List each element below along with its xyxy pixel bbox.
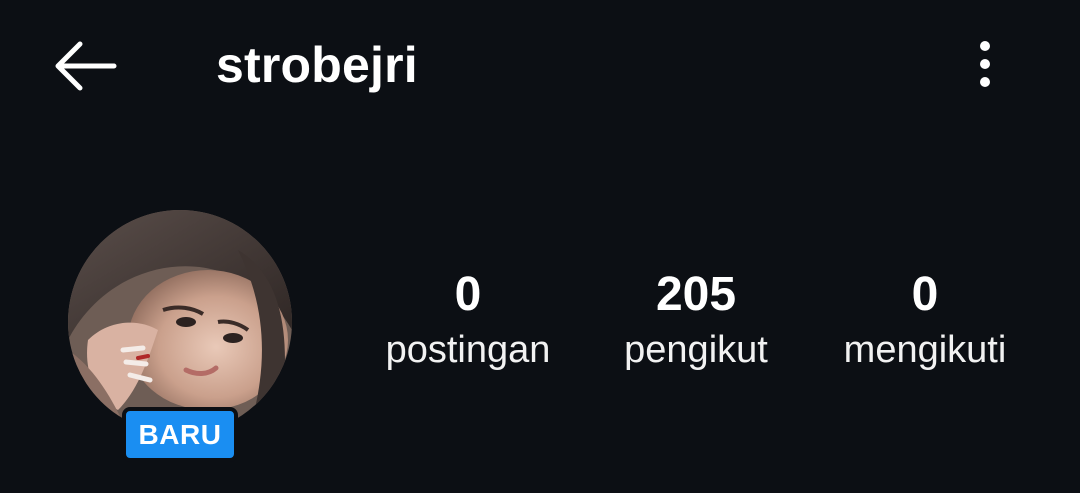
top-bar: strobejri [0,0,1080,130]
posts-count: 0 [454,268,482,321]
stat-posts[interactable]: 0 postingan [358,265,578,375]
more-vertical-icon [980,41,990,87]
avatar-image [68,210,292,434]
posts-label: postingan [385,329,551,371]
profile-avatar[interactable] [68,210,292,434]
stat-followers[interactable]: 205 pengikut [586,265,806,375]
stat-following[interactable]: 0 mengikuti [815,265,1035,375]
following-label: mengikuti [843,329,1007,371]
following-count: 0 [911,268,939,321]
more-options-button[interactable] [960,34,1010,94]
profile-username: strobejri [216,37,418,93]
arrow-left-icon [55,41,117,91]
new-badge: BARU [122,407,238,462]
followers-label: pengikut [624,329,768,371]
back-button[interactable] [44,36,124,96]
followers-count: 205 [655,268,737,321]
